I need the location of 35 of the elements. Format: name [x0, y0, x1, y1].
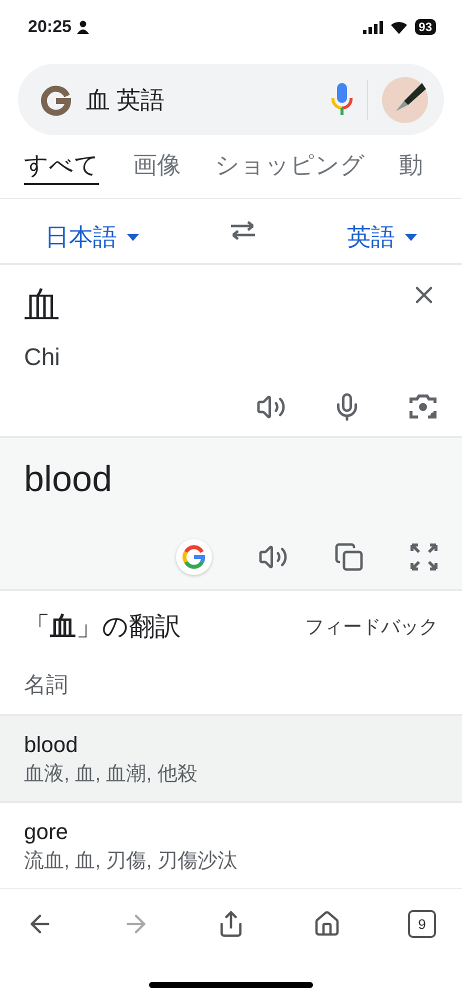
battery-icon: 93	[414, 19, 436, 36]
microphone-icon[interactable]	[331, 82, 353, 117]
swap-icon[interactable]	[229, 220, 257, 242]
search-field[interactable]: 血 英語	[18, 64, 444, 136]
search-tab[interactable]: すべて	[24, 148, 99, 185]
translation-row[interactable]: blood 血液, 血, 血潮, 他殺	[0, 714, 462, 802]
search-tab[interactable]: 画像	[133, 148, 181, 185]
translation-word: blood	[24, 732, 79, 758]
translation-word: gore	[24, 819, 70, 846]
avatar[interactable]	[382, 76, 428, 123]
person-icon	[77, 20, 90, 34]
copy-icon[interactable]	[334, 542, 364, 572]
tab-count-button[interactable]: 9	[408, 910, 436, 938]
target-language-selector[interactable]: 英語	[347, 209, 417, 253]
google-button[interactable]	[176, 539, 212, 576]
translation-meanings: 血液, 血, 血潮, 他殺	[24, 762, 198, 788]
home-icon[interactable]	[312, 910, 340, 938]
search-tab[interactable]: ショッピング	[215, 148, 365, 185]
wifi-icon	[390, 20, 408, 34]
signal-icon	[362, 20, 383, 34]
romanization: Chi	[24, 344, 62, 372]
caret-icon	[127, 234, 139, 240]
source-language-selector[interactable]: 日本語	[45, 209, 139, 253]
translations-heading: 「血」の翻訳	[24, 610, 181, 644]
translation-meanings: 流血, 血, 刃傷, 刃傷沙汰	[24, 849, 238, 874]
translation-text: blood	[24, 458, 114, 500]
caret-icon	[405, 234, 417, 240]
google-logo-icon	[40, 84, 72, 116]
search-tab[interactable]: 動	[399, 148, 423, 185]
expand-icon[interactable]	[410, 543, 438, 572]
feedback-link[interactable]: フィードバック	[305, 614, 438, 640]
camera-lens-icon[interactable]	[408, 392, 438, 421]
part-of-speech: 名詞	[23, 671, 69, 700]
source-text: 血	[24, 282, 60, 327]
status-time: 20:25	[28, 17, 72, 38]
